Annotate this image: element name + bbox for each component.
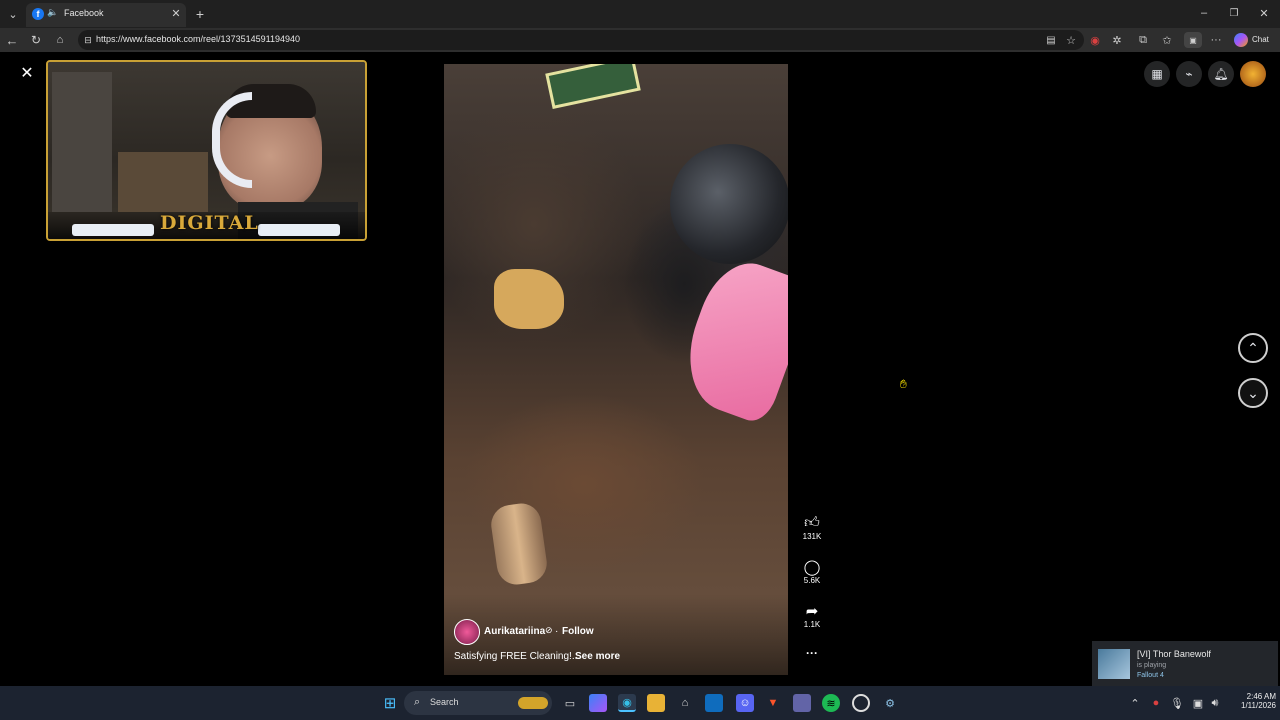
video-jar [670, 144, 788, 264]
tab-title: Facebook [64, 8, 104, 18]
mouse-cursor-icon: ✋︎ [900, 377, 907, 391]
game-thumbnail [1098, 649, 1130, 679]
game-name: Fallout 4 [1137, 672, 1164, 679]
follow-button[interactable]: Follow [562, 626, 594, 637]
tray-app-icon[interactable]: ● [1147, 694, 1165, 712]
copilot-icon [1234, 33, 1248, 47]
speaker-icon[interactable]: 🔈 [47, 7, 58, 18]
taskbar-search[interactable]: ⌕ Search [404, 691, 552, 715]
share-button[interactable]: ➦ 1.1K [796, 602, 828, 629]
menu-grid-icon[interactable]: ▦ [1144, 61, 1170, 87]
maximize-window-icon[interactable]: ❐ [1226, 6, 1242, 20]
reel-caption: Satisfying FREE Cleaning!... [454, 651, 581, 662]
like-count: 131K [802, 532, 822, 541]
url-text: https://www.facebook.com/reel/1373514591… [96, 34, 300, 44]
account-avatar[interactable] [1240, 61, 1266, 87]
close-window-icon[interactable]: ✕ [1256, 6, 1272, 20]
thumbs-up-icon: 👍︎ [804, 514, 820, 531]
outlook-icon[interactable] [705, 694, 723, 712]
teams-icon[interactable] [793, 694, 811, 712]
webcam-nameplate-right [258, 224, 340, 236]
reader-view-icon[interactable]: ▤ [1044, 33, 1058, 47]
see-more-link[interactable]: See more [575, 651, 620, 662]
tab-list-chevron-icon[interactable]: ⌄ [6, 7, 20, 21]
friend-name: [VI] Thor Banewolf [1137, 649, 1211, 659]
store-icon[interactable]: ⌂ [676, 694, 694, 712]
windows-start-icon[interactable]: ⊞ [381, 694, 399, 712]
steam-icon[interactable]: ⚙ [881, 694, 899, 712]
url-bar[interactable]: ⊟ https://www.facebook.com/reel/13735145… [78, 30, 1084, 50]
search-label: Search [430, 697, 459, 707]
webcam-digital-logo: DIGITAL [160, 212, 259, 234]
chat-label: Chat [1252, 35, 1269, 44]
author-avatar[interactable] [454, 619, 480, 645]
close-reel-icon[interactable]: ✕ [16, 62, 38, 84]
back-arrow-icon[interactable]: ← [4, 32, 20, 48]
playing-status: is playing [1137, 662, 1167, 669]
author-name[interactable]: Aurikatariina [484, 626, 545, 637]
webcam-door [52, 72, 112, 212]
comment-button[interactable]: ◯ 5.6K [796, 558, 828, 585]
like-button[interactable]: 👍︎ 131K [796, 514, 828, 541]
webcam-nameplate-left [72, 224, 154, 236]
refresh-icon[interactable]: ↻ [28, 32, 44, 48]
separator-dot: · [555, 626, 559, 637]
search-highlight-icon [518, 697, 548, 709]
share-arrow-icon: ➦ [805, 603, 819, 620]
show-hidden-icons-chevron-icon[interactable]: ⌃ [1126, 694, 1144, 712]
next-reel-button[interactable]: ⌄ [1238, 378, 1268, 408]
favorite-star-icon[interactable]: ☆ [1064, 33, 1078, 47]
clock-date: 1/11/2026 [1241, 701, 1276, 710]
copilot-taskbar-icon[interactable] [589, 694, 607, 712]
messenger-icon[interactable]: ⌁ [1176, 61, 1202, 87]
verified-badge-icon: ⊘ [545, 625, 553, 635]
spotify-icon[interactable]: ≋ [822, 694, 840, 712]
facebook-favicon-icon: f [32, 8, 44, 20]
brave-icon[interactable]: ▼ [764, 694, 782, 712]
microphone-icon[interactable]: 🎙︎ [1168, 694, 1186, 712]
clock-time: 2:46 AM [1246, 692, 1276, 701]
extensions-puzzle-icon[interactable]: ✲ [1110, 33, 1124, 47]
previous-reel-button[interactable]: ⌃ [1238, 333, 1268, 363]
tab-facebook[interactable]: f 🔈 Facebook ✕ [26, 3, 186, 27]
reel-viewer: ✕ DIGITAL Aurikatariina ⊘ · Follow Satis… [0, 52, 1280, 686]
address-toolbar: ← ↻ ⌂ ⊟ https://www.facebook.com/reel/13… [0, 28, 1280, 52]
edge-browser-icon[interactable]: ◉ [618, 694, 636, 712]
copilot-chat-button[interactable]: Chat [1232, 31, 1274, 49]
discord-icon[interactable]: ☺ [736, 694, 754, 712]
webcam-desk [118, 152, 208, 212]
search-icon: ⌕ [414, 696, 421, 708]
comment-count: 5.6K [803, 576, 821, 585]
split-screen-icon[interactable]: ⧉ [1136, 33, 1150, 47]
task-view-icon[interactable]: ▭ [561, 694, 579, 712]
more-options-icon[interactable]: ··· [796, 646, 828, 660]
notifications-bell-icon[interactable]: 🔔︎ [1208, 61, 1234, 87]
browser-tab-bar: ⌄ f 🔈 Facebook ✕ + – ❐ ✕ [0, 0, 1280, 28]
more-menu-icon[interactable]: ··· [1208, 33, 1224, 47]
video-crumpled-paper [494, 269, 564, 329]
file-explorer-icon[interactable] [647, 694, 665, 712]
share-count: 1.1K [803, 620, 821, 629]
windows-taskbar: ⊞ ⌕ Search ▭ ◉ ⌂ ☺ ▼ ≋ ⚙ ⌃ ● 🎙︎ ▣ 🔊︎ 2:4… [0, 686, 1280, 720]
comment-bubble-icon: ◯ [803, 559, 821, 576]
clock[interactable]: 2:46 AM 1/11/2026 [1226, 692, 1276, 710]
site-info-icon[interactable]: ⊟ [82, 34, 94, 46]
profile-avatar-icon[interactable]: ▣ [1184, 32, 1202, 48]
volume-icon[interactable]: 🔊︎ [1206, 694, 1224, 712]
steam-notification[interactable]: [VI] Thor Banewolf is playing Fallout 4 [1092, 641, 1278, 686]
network-icon[interactable]: ▣ [1189, 694, 1207, 712]
webcam-overlay: DIGITAL [46, 60, 367, 241]
close-tab-icon[interactable]: ✕ [170, 7, 182, 20]
minimize-window-icon[interactable]: – [1196, 6, 1212, 20]
new-tab-plus-icon[interactable]: + [192, 6, 208, 22]
obs-icon[interactable] [852, 694, 870, 712]
extension-icon[interactable]: ◉ [1088, 33, 1102, 47]
reel-video[interactable]: Aurikatariina ⊘ · Follow Satisfying FREE… [444, 64, 788, 675]
favorites-icon[interactable]: ✩ [1160, 33, 1174, 47]
home-icon[interactable]: ⌂ [52, 32, 68, 48]
